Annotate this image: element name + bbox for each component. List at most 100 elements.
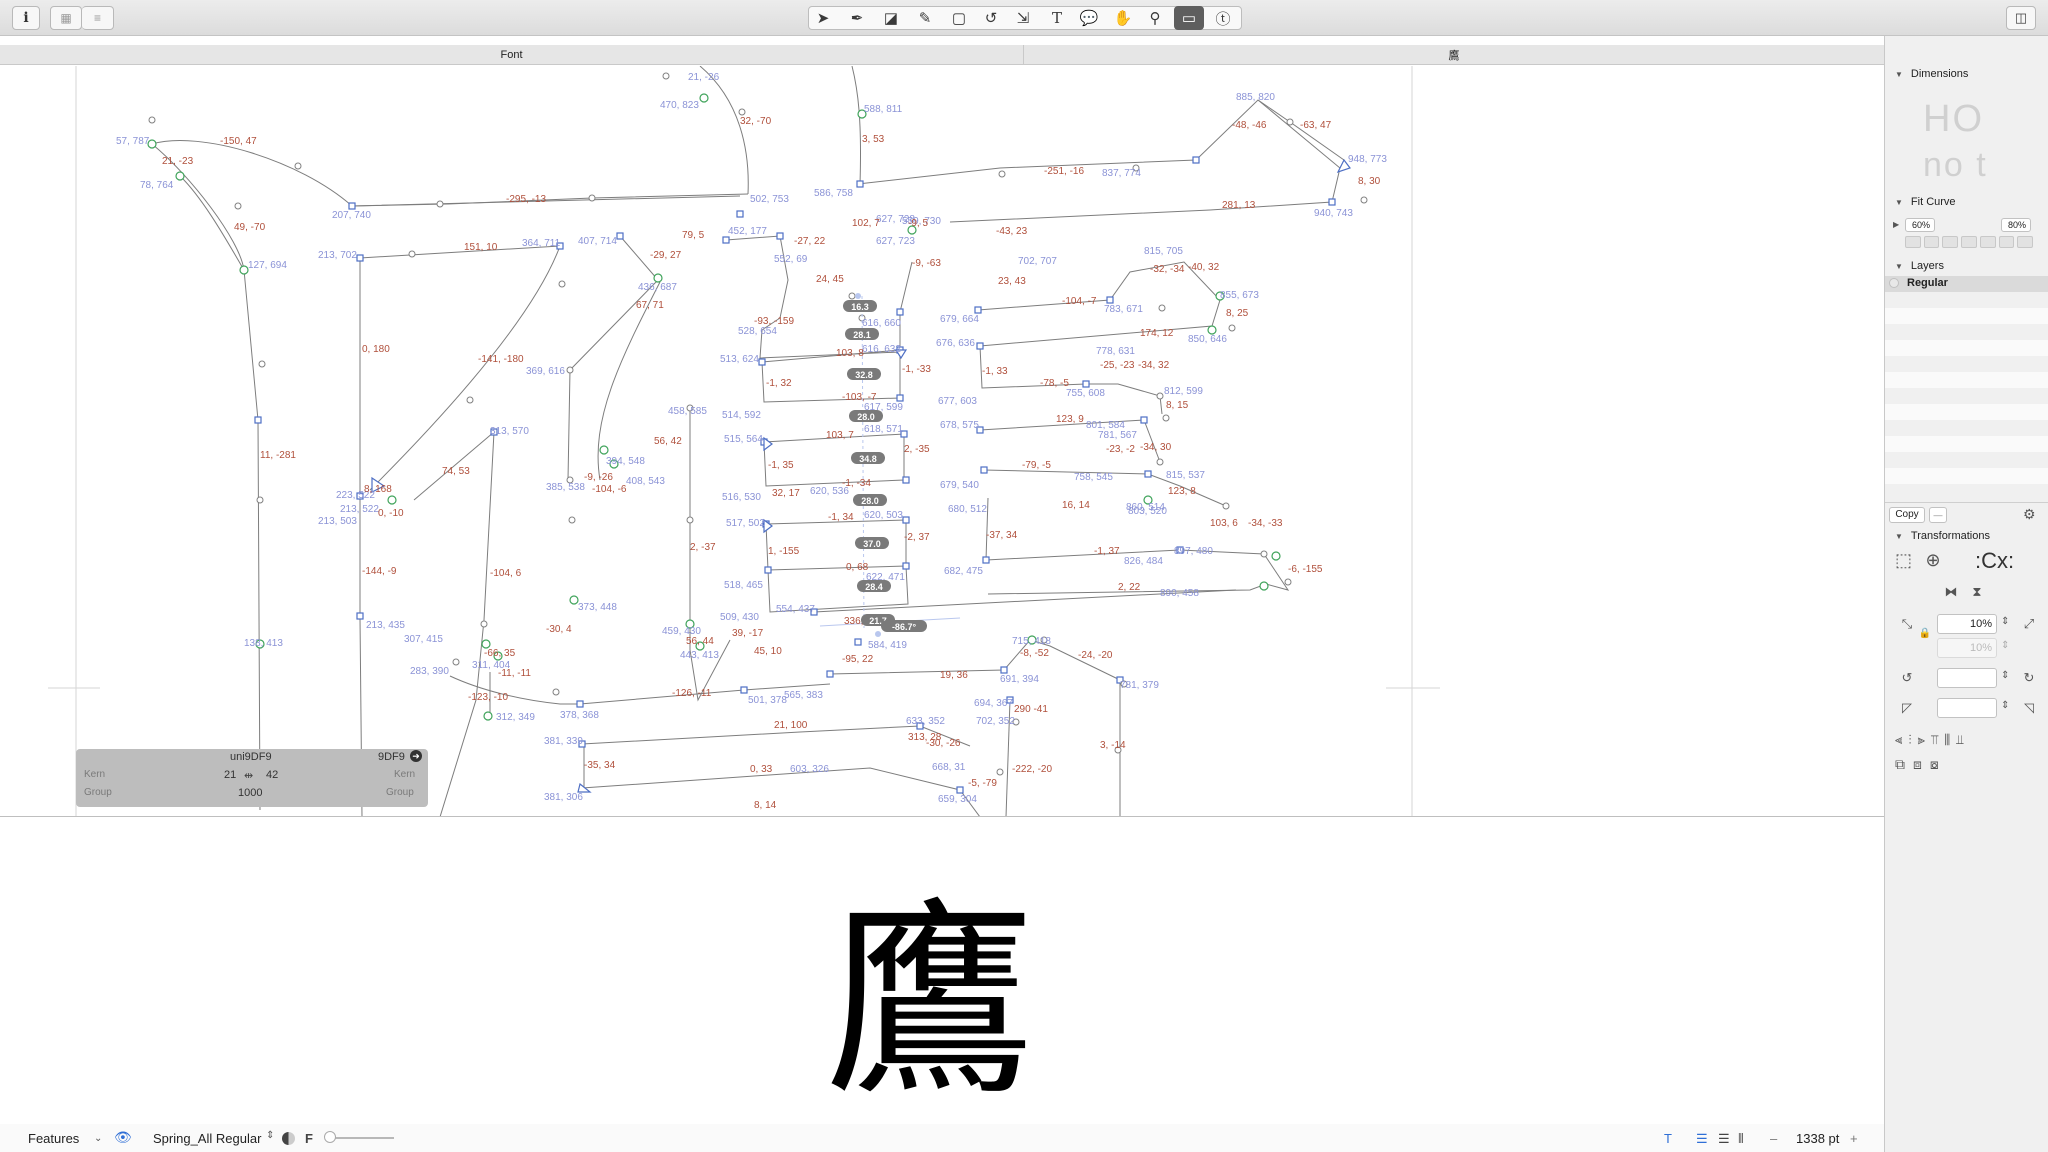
slant-stepper-icon[interactable]: ⇕ [2001,700,2009,711]
coordinate-label: 517, 502 [726,518,765,529]
coordinate-label: 45, 10 [754,646,782,657]
align-right-edge-icon[interactable]: ⫸ [1918,732,1925,750]
annotation-icon[interactable]: 💬 [1074,6,1104,30]
scale-stepper-secondary-icon[interactable]: ⇕ [2001,640,2009,651]
edit-canvas[interactable]: 21, -26 470, 823 588, 811 57, 787 78, 764 885… [0,66,1884,817]
align-left-edge-icon[interactable]: ⫷ [1895,732,1902,750]
hand-icon[interactable]: ✋ [1108,6,1138,30]
disclosure-triangle-icon[interactable]: ▶ [1893,220,1899,229]
preview-slider-knob[interactable] [324,1131,336,1143]
gear-icon[interactable]: ⚙ [2023,506,2036,523]
remove-layer-button[interactable]: — [1929,507,1947,523]
pencil-icon[interactable]: ✎ [910,6,940,30]
font-size-value[interactable]: 1338 pt [1796,1131,1839,1146]
primitives-icon[interactable]: ▢ [944,6,974,30]
bounding-box-icon[interactable]: ⬚ [1895,551,1912,569]
align-right-icon[interactable]: ☰ [1718,1131,1730,1147]
scale-field[interactable]: 10% [1937,614,1997,634]
eye-icon[interactable]: 👁 [114,1129,132,1146]
select-arrow-icon[interactable]: ➤ [808,6,838,30]
subtract-icon[interactable]: ⧈ [1913,756,1922,774]
scale-down-icon[interactable]: ⤡ [1899,616,1915,632]
fit-curve-high-field[interactable]: 80% [2001,218,2031,232]
coordinate-label: 452, 177 [728,226,767,237]
slant-left-icon[interactable]: ◸ [1899,700,1915,716]
chevron-down-icon[interactable]: ⌄ [94,1133,102,1144]
coordinate-label: 123, 9 [1056,414,1084,425]
copy-button[interactable]: Copy [1889,507,1925,523]
layers-section-header[interactable]: Layers [1895,260,1944,272]
fit-curve-presets[interactable] [1905,236,2034,248]
coordinate-label: 458, 585 [668,406,707,417]
zoom-out-button[interactable]: – [1770,1131,1777,1146]
fit-curve-section-header[interactable]: Fit Curve [1895,196,1956,208]
align-center-v-icon[interactable]: ⫼ [1944,732,1950,750]
text-icon[interactable]: T [1042,6,1072,30]
coordinate-label: 513, 624 [720,354,759,365]
arrow-right-icon[interactable]: ➜ [410,750,422,762]
transformations-section-header[interactable]: Transformations [1895,530,1990,542]
type-icon[interactable]: ⓣ [1208,6,1238,30]
rotate-field[interactable] [1937,668,1997,688]
coordinate-label: 436, 687 [638,282,677,293]
dimensions-section-header[interactable]: Dimensions [1895,68,1968,80]
preview-slider[interactable] [326,1137,394,1139]
coordinate-label: 554, 437 [776,604,815,615]
coordinate-label: 443, 413 [680,650,719,661]
zoom-in-button[interactable]: + [1850,1131,1858,1146]
origin-icon[interactable]: ⊕ [1925,551,1941,569]
coordinate-label: 948, 773 [1348,154,1387,165]
sidebar-toggle-button[interactable]: ◫ [2006,6,2036,30]
stepper-icon[interactable]: ⇕ [266,1130,274,1141]
align-bottom-edge-icon[interactable]: ⫫ [1956,732,1963,750]
right-kern-value[interactable]: 42 [266,769,278,781]
measurement-icon[interactable]: ▭ [1174,6,1204,30]
scale-stepper-icon[interactable]: ⇕ [2001,616,2009,627]
align-top-edge-icon[interactable]: ⫪ [1931,732,1938,750]
coordinate-label: -1, 32 [766,378,792,389]
union-icon[interactable]: ⧉ [1895,756,1905,774]
intersect-icon[interactable]: ⧇ [1930,756,1939,774]
slant-field[interactable] [1937,698,1997,718]
text-direction-icon[interactable]: T [1664,1131,1672,1146]
align-left-icon[interactable]: ☰ [1696,1131,1708,1147]
scale-up-icon[interactable]: ⤢ [2021,616,2037,632]
scale-field-secondary[interactable]: 10% [1937,638,1997,658]
grid-view-button[interactable]: ▦ [50,6,82,30]
align-center-h-icon[interactable]: ⫶ [1908,732,1911,750]
features-button[interactable]: Features [28,1131,79,1146]
coordinate-label: 213, 435 [366,620,405,631]
slant-right-icon[interactable]: ◹ [2021,700,2037,716]
coordinate-label: 283, 390 [410,666,449,677]
glyph-width-value[interactable]: 1000 [238,787,262,799]
instance-selector[interactable]: Spring_All Regular [153,1131,261,1146]
tab-glyph[interactable]: 鷹 [1024,45,1884,65]
coordinate-label: 385, 538 [546,482,585,493]
rotate-cw-icon[interactable]: ↻ [2021,670,2037,686]
tab-font[interactable]: Font [0,45,1024,65]
glyph-outline[interactable]: 21, -26 470, 823 588, 811 57, 787 78, 764 885… [0,66,1884,817]
flip-horizontal-icon[interactable]: ⧓ [1943,584,1959,600]
scale-icon[interactable]: ⇲ [1008,6,1038,30]
coordinate-label: -34, -33 [1248,518,1283,529]
columns-icon[interactable]: ⦀ [1738,1131,1744,1147]
transform-origin-text[interactable]: :Cx: [1975,548,2014,574]
color-circle-icon[interactable] [282,1132,295,1145]
flip-vertical-icon[interactable]: ⧗ [1969,584,1985,600]
layer-eye-icon[interactable] [1889,278,1899,288]
coordinate-label: 2, 22 [1118,582,1141,593]
info-button[interactable]: i [12,6,40,30]
eraser-icon[interactable]: ◪ [876,6,906,30]
rotate-icon[interactable]: ↺ [976,6,1006,30]
left-kern-value[interactable]: 21 [224,769,236,781]
list-view-button[interactable]: ≡ [82,6,114,30]
lock-icon[interactable]: 🔒 [1917,626,1933,642]
rotate-ccw-icon[interactable]: ↺ [1899,670,1915,686]
coordinate-label: 103, 7 [826,430,854,441]
fit-curve-low-field[interactable]: 60% [1905,218,1935,232]
rotate-stepper-icon[interactable]: ⇕ [2001,670,2009,681]
zoom-icon[interactable]: ⚲ [1140,6,1170,30]
align-buttons-row: ⫷ ⫶ ⫸ ⫪ ⫼ ⫫ [1895,732,2045,750]
pen-icon[interactable]: ✒ [842,6,872,30]
layer-row-regular[interactable]: Regular [1885,276,2048,292]
